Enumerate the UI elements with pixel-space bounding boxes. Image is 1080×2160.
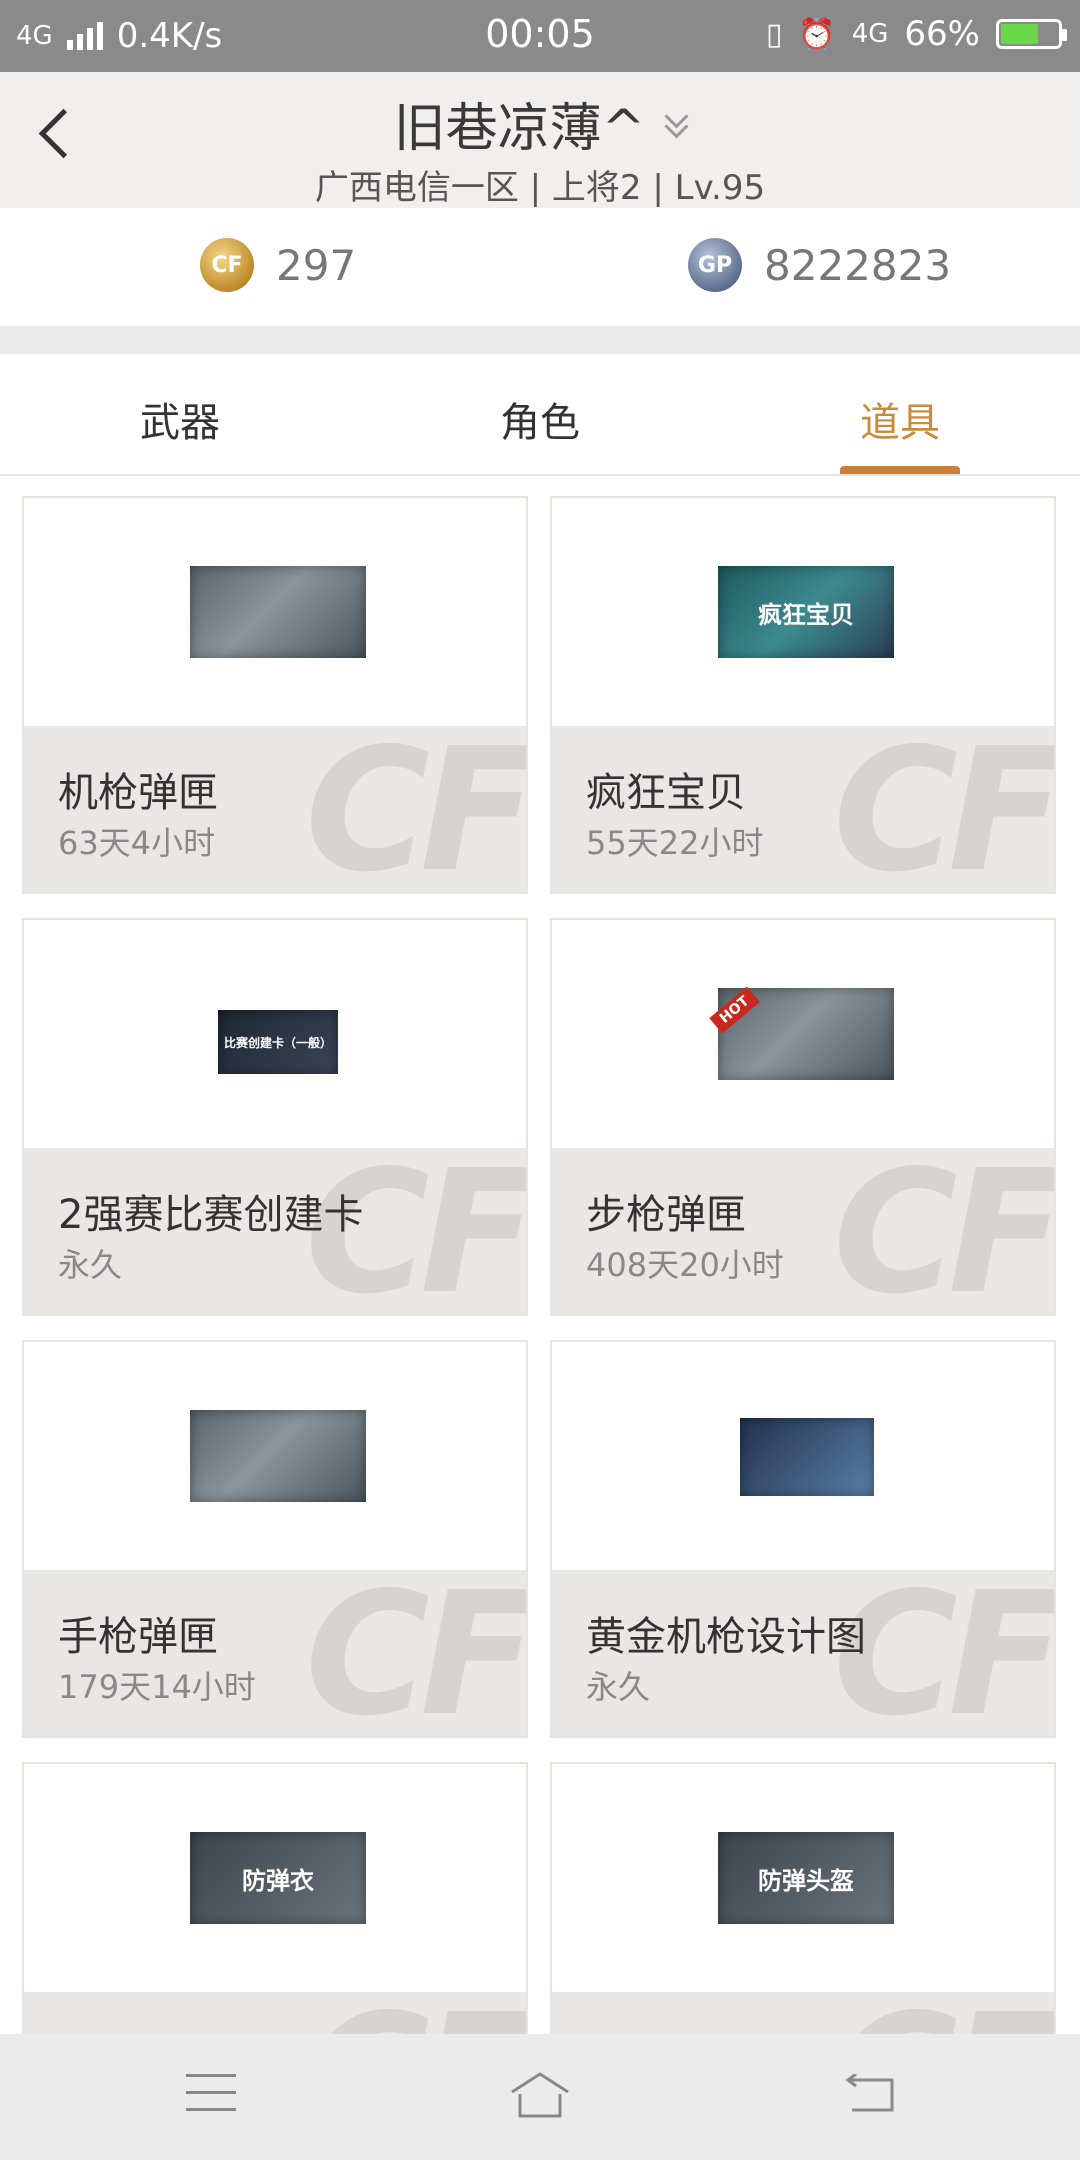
vibrate-icon: ▯ [765, 16, 783, 52]
item-duration: 63天4小时 [58, 824, 216, 862]
item-card[interactable]: 防弹头盔 CF [550, 1762, 1056, 2034]
item-card[interactable]: CF 手枪弹匣 179天14小时 [22, 1340, 528, 1738]
tab-weapons[interactable]: 武器 [0, 390, 360, 448]
item-duration: 55天22小时 [586, 824, 764, 862]
title-row[interactable]: 旧巷凉薄^ [0, 86, 1080, 161]
tab-items[interactable]: 道具 [720, 390, 1080, 448]
item-card[interactable]: CF 黄金机枪设计图 永久 [550, 1340, 1056, 1738]
system-nav-bar [0, 2034, 1080, 2160]
item-card[interactable]: 比赛创建卡（一般） CF 2强赛比赛创建卡 永久 [22, 918, 528, 1316]
server-rank-level: 广西电信一区 | 上将2 | Lv.95 [314, 168, 766, 208]
item-duration: 永久 [58, 1246, 123, 1284]
tab-characters[interactable]: 角色 [360, 390, 720, 448]
cf-watermark-icon: CF [305, 712, 526, 894]
item-name: 2强赛比赛创建卡 [58, 1192, 364, 1238]
item-duration: 179天14小时 [58, 1668, 256, 1706]
double-chevron-down-icon[interactable] [664, 104, 689, 139]
active-tab-indicator [840, 466, 960, 474]
cf-watermark-icon: CF [833, 1992, 1054, 2034]
category-tabs: 武器 角色 道具 [0, 354, 1080, 476]
cf-watermark-icon: CF [305, 1556, 526, 1738]
item-name: 疯狂宝贝 [586, 770, 746, 816]
cf-currency: CF 297 [200, 238, 356, 292]
item-duration: 408天20小时 [586, 1246, 784, 1284]
battery-percent: 66% [904, 14, 980, 54]
status-bar: 4G 0.4K/s 00:05 ▯ ⏰ 4G 66% [0, 0, 1080, 72]
gp-currency: GP 8222823 [688, 238, 951, 292]
item-thumbnail: 防弹头盔 [718, 1832, 894, 1924]
gp-amount: 8222823 [764, 240, 952, 290]
item-thumbnail: HOT [709, 986, 894, 1080]
back-nav-icon[interactable] [844, 2074, 896, 2114]
cf-watermark-icon: CF [833, 1556, 1054, 1738]
cf-watermark-icon: CF [833, 712, 1054, 894]
alarm-icon: ⏰ [798, 16, 836, 52]
network-type-right: 4G [851, 19, 889, 49]
item-grid: CF 机枪弹匣 63天4小时 疯狂宝贝 CF 疯狂宝贝 55天22小时 比赛创建… [0, 496, 1080, 2034]
section-divider [0, 326, 1080, 354]
item-name: 手枪弹匣 [58, 1614, 218, 1660]
page-title: 旧巷凉薄^ [393, 99, 646, 159]
cf-watermark-icon: CF [833, 1134, 1054, 1316]
item-name: 机枪弹匣 [58, 770, 218, 816]
item-card[interactable]: CF 机枪弹匣 63天4小时 [22, 496, 528, 894]
item-duration: 永久 [586, 1668, 651, 1706]
gp-coin-icon: GP [688, 238, 742, 292]
item-card[interactable]: 防弹衣 CF [22, 1762, 528, 2034]
cf-watermark-icon: CF [305, 1992, 526, 2034]
cf-coin-icon: CF [200, 238, 254, 292]
cf-amount: 297 [276, 240, 357, 290]
home-icon[interactable] [508, 2070, 572, 2120]
hot-badge: HOT [709, 986, 760, 1034]
item-thumbnail: 防弹衣 [190, 1832, 366, 1924]
item-name: 步枪弹匣 [586, 1192, 746, 1238]
item-thumbnail: 比赛创建卡（一般） [218, 1010, 338, 1074]
item-name: 黄金机枪设计图 [586, 1614, 866, 1660]
currency-row: CF 297 GP 8222823 [0, 208, 1080, 326]
item-card[interactable]: 疯狂宝贝 CF 疯狂宝贝 55天22小时 [550, 496, 1056, 894]
item-thumbnail [190, 566, 366, 658]
menu-icon[interactable] [186, 2074, 236, 2114]
item-thumbnail: 疯狂宝贝 [718, 566, 894, 658]
item-card[interactable]: HOT CF 步枪弹匣 408天20小时 [550, 918, 1056, 1316]
battery-icon [996, 19, 1067, 49]
item-thumbnail [190, 1410, 366, 1502]
status-right: ▯ ⏰ 4G 66% [765, 14, 1067, 54]
profile-header: 旧巷凉薄^ 广西电信一区 | 上将2 | Lv.95 [0, 72, 1080, 208]
item-thumbnail [740, 1418, 874, 1496]
